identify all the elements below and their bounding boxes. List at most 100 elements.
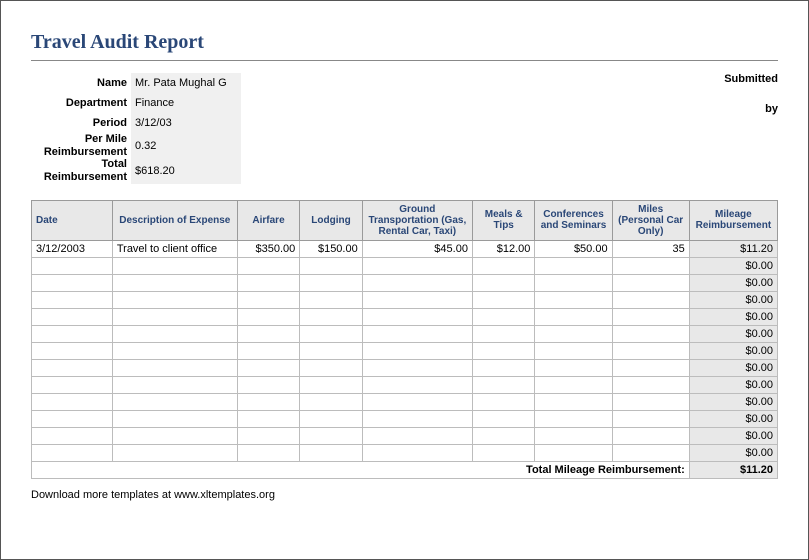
cell-reimb[interactable]: $0.00 [689, 376, 777, 393]
cell-air[interactable] [237, 393, 299, 410]
total-reimb-value[interactable]: $618.20 [131, 158, 241, 183]
cell-air[interactable] [237, 342, 299, 359]
cell-desc[interactable] [112, 376, 237, 393]
cell-air[interactable] [237, 325, 299, 342]
cell-date[interactable] [32, 359, 113, 376]
cell-conf[interactable] [535, 308, 612, 325]
cell-ground[interactable] [362, 444, 472, 461]
cell-reimb[interactable]: $0.00 [689, 427, 777, 444]
cell-reimb[interactable]: $0.00 [689, 274, 777, 291]
cell-reimb[interactable]: $0.00 [689, 257, 777, 274]
cell-ground[interactable]: $45.00 [362, 240, 472, 257]
cell-conf[interactable] [535, 291, 612, 308]
cell-date[interactable] [32, 291, 113, 308]
cell-conf[interactable] [535, 376, 612, 393]
cell-date[interactable]: 3/12/2003 [32, 240, 113, 257]
cell-lodg[interactable] [300, 427, 362, 444]
cell-reimb[interactable]: $0.00 [689, 359, 777, 376]
cell-reimb[interactable]: $0.00 [689, 410, 777, 427]
dept-value[interactable]: Finance [131, 93, 241, 113]
cell-meals[interactable] [472, 325, 534, 342]
cell-lodg[interactable] [300, 257, 362, 274]
cell-conf[interactable] [535, 444, 612, 461]
cell-date[interactable] [32, 376, 113, 393]
cell-meals[interactable] [472, 257, 534, 274]
cell-miles[interactable] [612, 325, 689, 342]
cell-lodg[interactable] [300, 444, 362, 461]
cell-miles[interactable] [612, 257, 689, 274]
cell-meals[interactable] [472, 359, 534, 376]
cell-ground[interactable] [362, 342, 472, 359]
cell-date[interactable] [32, 427, 113, 444]
cell-conf[interactable]: $50.00 [535, 240, 612, 257]
cell-conf[interactable] [535, 342, 612, 359]
cell-air[interactable] [237, 427, 299, 444]
cell-conf[interactable] [535, 325, 612, 342]
cell-meals[interactable] [472, 410, 534, 427]
cell-date[interactable] [32, 393, 113, 410]
cell-ground[interactable] [362, 308, 472, 325]
cell-reimb[interactable]: $11.20 [689, 240, 777, 257]
cell-miles[interactable] [612, 376, 689, 393]
cell-meals[interactable]: $12.00 [472, 240, 534, 257]
cell-meals[interactable] [472, 342, 534, 359]
cell-air[interactable] [237, 376, 299, 393]
cell-air[interactable] [237, 410, 299, 427]
cell-conf[interactable] [535, 257, 612, 274]
cell-conf[interactable] [535, 393, 612, 410]
cell-meals[interactable] [472, 274, 534, 291]
cell-air[interactable]: $350.00 [237, 240, 299, 257]
name-value[interactable]: Mr. Pata Mughal G [131, 73, 241, 93]
cell-air[interactable] [237, 444, 299, 461]
cell-air[interactable] [237, 359, 299, 376]
cell-date[interactable] [32, 410, 113, 427]
cell-air[interactable] [237, 274, 299, 291]
cell-desc[interactable] [112, 410, 237, 427]
cell-meals[interactable] [472, 427, 534, 444]
cell-lodg[interactable] [300, 325, 362, 342]
cell-meals[interactable] [472, 376, 534, 393]
cell-air[interactable] [237, 308, 299, 325]
cell-reimb[interactable]: $0.00 [689, 325, 777, 342]
cell-miles[interactable] [612, 393, 689, 410]
cell-lodg[interactable] [300, 291, 362, 308]
cell-lodg[interactable] [300, 308, 362, 325]
cell-reimb[interactable]: $0.00 [689, 308, 777, 325]
cell-ground[interactable] [362, 376, 472, 393]
cell-miles[interactable] [612, 308, 689, 325]
cell-conf[interactable] [535, 359, 612, 376]
cell-lodg[interactable] [300, 274, 362, 291]
cell-ground[interactable] [362, 427, 472, 444]
cell-date[interactable] [32, 342, 113, 359]
cell-lodg[interactable] [300, 376, 362, 393]
cell-desc[interactable] [112, 291, 237, 308]
cell-miles[interactable] [612, 342, 689, 359]
cell-air[interactable] [237, 291, 299, 308]
cell-air[interactable] [237, 257, 299, 274]
cell-miles[interactable] [612, 359, 689, 376]
cell-lodg[interactable] [300, 393, 362, 410]
cell-ground[interactable] [362, 291, 472, 308]
cell-date[interactable] [32, 444, 113, 461]
cell-ground[interactable] [362, 393, 472, 410]
cell-desc[interactable] [112, 427, 237, 444]
cell-date[interactable] [32, 325, 113, 342]
cell-ground[interactable] [362, 274, 472, 291]
cell-date[interactable] [32, 257, 113, 274]
cell-reimb[interactable]: $0.00 [689, 393, 777, 410]
cell-desc[interactable] [112, 359, 237, 376]
cell-ground[interactable] [362, 257, 472, 274]
cell-desc[interactable] [112, 257, 237, 274]
cell-reimb[interactable]: $0.00 [689, 342, 777, 359]
cell-lodg[interactable] [300, 410, 362, 427]
cell-conf[interactable] [535, 410, 612, 427]
cell-date[interactable] [32, 274, 113, 291]
cell-miles[interactable]: 35 [612, 240, 689, 257]
cell-ground[interactable] [362, 325, 472, 342]
cell-miles[interactable] [612, 274, 689, 291]
cell-lodg[interactable] [300, 359, 362, 376]
cell-reimb[interactable]: $0.00 [689, 444, 777, 461]
cell-meals[interactable] [472, 291, 534, 308]
cell-meals[interactable] [472, 444, 534, 461]
cell-desc[interactable]: Travel to client office [112, 240, 237, 257]
